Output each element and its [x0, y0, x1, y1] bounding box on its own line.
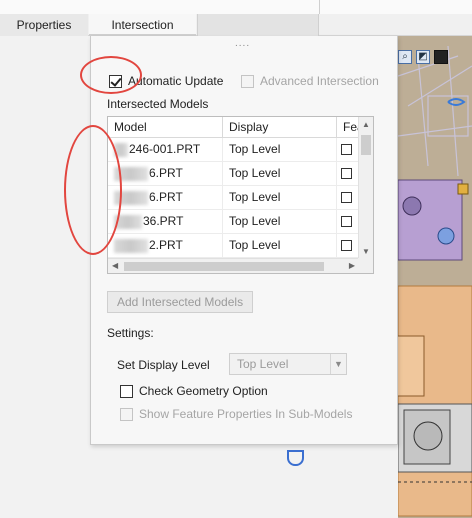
- feat-checkbox[interactable]: [341, 216, 352, 227]
- horizontal-scroll-thumb[interactable]: [124, 262, 324, 271]
- redacted-text: [114, 142, 128, 157]
- scroll-down-arrow-icon[interactable]: ▼: [362, 247, 370, 256]
- check-geometry-checkbox[interactable]: [120, 384, 133, 398]
- table-row[interactable]: 6.PRT Top Level: [108, 162, 373, 186]
- scroll-up-arrow-icon[interactable]: ▲: [362, 120, 370, 129]
- display-cell[interactable]: Top Level: [223, 162, 337, 185]
- feat-checkbox[interactable]: [341, 144, 352, 155]
- chevron-down-icon[interactable]: ▼: [330, 354, 346, 374]
- model-cell: 36.PRT: [108, 210, 223, 233]
- display-cell[interactable]: Top Level: [223, 186, 337, 209]
- model-viewport[interactable]: [398, 36, 472, 518]
- tab-properties[interactable]: Properties: [0, 14, 88, 36]
- advanced-intersection-option[interactable]: Advanced Intersection: [241, 74, 379, 88]
- display-cell[interactable]: Top Level: [223, 138, 337, 161]
- section-icon[interactable]: ◩: [416, 50, 430, 64]
- tab-intersection[interactable]: Intersection: [89, 14, 196, 36]
- check-geometry-label: Check Geometry Option: [139, 384, 268, 398]
- add-intersected-models-button[interactable]: Add Intersected Models: [107, 291, 254, 313]
- show-feature-properties-option[interactable]: Show Feature Properties In Sub-Models: [120, 407, 352, 421]
- scroll-left-arrow-icon[interactable]: ◀: [112, 261, 118, 270]
- set-display-level-label: Set Display Level: [117, 358, 210, 372]
- display-cell[interactable]: Top Level: [223, 234, 337, 257]
- model-name: 6.PRT: [149, 190, 183, 204]
- model-name: 6.PRT: [149, 166, 183, 180]
- check-geometry-option[interactable]: Check Geometry Option: [120, 384, 268, 398]
- panel-grip[interactable]: ....: [235, 38, 250, 49]
- display-level-value: Top Level: [237, 357, 289, 371]
- intersected-models-label: Intersected Models: [107, 97, 209, 111]
- scroll-right-arrow-icon[interactable]: ▶: [349, 261, 355, 270]
- model-cell: 246-001.PRT: [108, 138, 223, 161]
- tab-strip-top: [0, 0, 472, 14]
- tab-strip: Properties Intersection: [0, 0, 472, 36]
- display-level-select[interactable]: Top Level ▼: [229, 353, 347, 375]
- zoom-icon[interactable]: ⌕: [398, 50, 412, 64]
- vertical-scrollbar[interactable]: ▲ ▼: [358, 117, 373, 258]
- table-row[interactable]: 2.PRT Top Level: [108, 234, 373, 258]
- feat-checkbox[interactable]: [341, 192, 352, 203]
- table-header: Model Display Feat P: [108, 117, 373, 138]
- redacted-text: [114, 190, 148, 205]
- automatic-update-checkbox[interactable]: [109, 74, 122, 88]
- render-icon[interactable]: [434, 50, 448, 64]
- table-row[interactable]: 36.PRT Top Level: [108, 210, 373, 234]
- automatic-update-label: Automatic Update: [128, 74, 224, 88]
- model-name: 36.PRT: [143, 214, 184, 228]
- horizontal-scrollbar[interactable]: ◀ ▶: [108, 258, 359, 273]
- column-header-display[interactable]: Display: [223, 117, 337, 137]
- scrollbar-corner: [358, 258, 373, 273]
- intersection-panel: .... Automatic Update Advanced Intersect…: [90, 36, 398, 445]
- column-header-model[interactable]: Model: [108, 117, 223, 137]
- automatic-update-option[interactable]: Automatic Update: [109, 74, 223, 88]
- redacted-text: [114, 238, 148, 253]
- display-cell[interactable]: Top Level: [223, 210, 337, 233]
- redacted-text: [114, 166, 148, 181]
- intersected-models-table: Model Display Feat P 246-001.PRT Top Lev…: [107, 116, 374, 274]
- model-graphics: [398, 36, 472, 518]
- tab-blank: [197, 14, 319, 36]
- vertical-scroll-thumb[interactable]: [361, 135, 371, 155]
- model-name: 246-001.PRT: [129, 142, 201, 156]
- table-row[interactable]: 6.PRT Top Level: [108, 186, 373, 210]
- advanced-intersection-checkbox[interactable]: [241, 74, 254, 88]
- model-name: 2.PRT: [149, 238, 183, 252]
- model-cell: 2.PRT: [108, 234, 223, 257]
- feat-checkbox[interactable]: [341, 240, 352, 251]
- table-row[interactable]: 246-001.PRT Top Level: [108, 138, 373, 162]
- divider: [319, 0, 320, 14]
- show-feature-properties-label: Show Feature Properties In Sub-Models: [139, 407, 353, 421]
- advanced-intersection-label: Advanced Intersection: [260, 74, 379, 88]
- show-feature-properties-checkbox[interactable]: [120, 407, 133, 421]
- model-cell: 6.PRT: [108, 186, 223, 209]
- model-cell: 6.PRT: [108, 162, 223, 185]
- datum-marker-icon: [287, 450, 304, 466]
- viewport-toolbar: ⌕ ◩: [398, 50, 448, 64]
- redacted-text: [114, 214, 142, 229]
- feat-checkbox[interactable]: [341, 168, 352, 179]
- settings-label: Settings:: [107, 326, 154, 340]
